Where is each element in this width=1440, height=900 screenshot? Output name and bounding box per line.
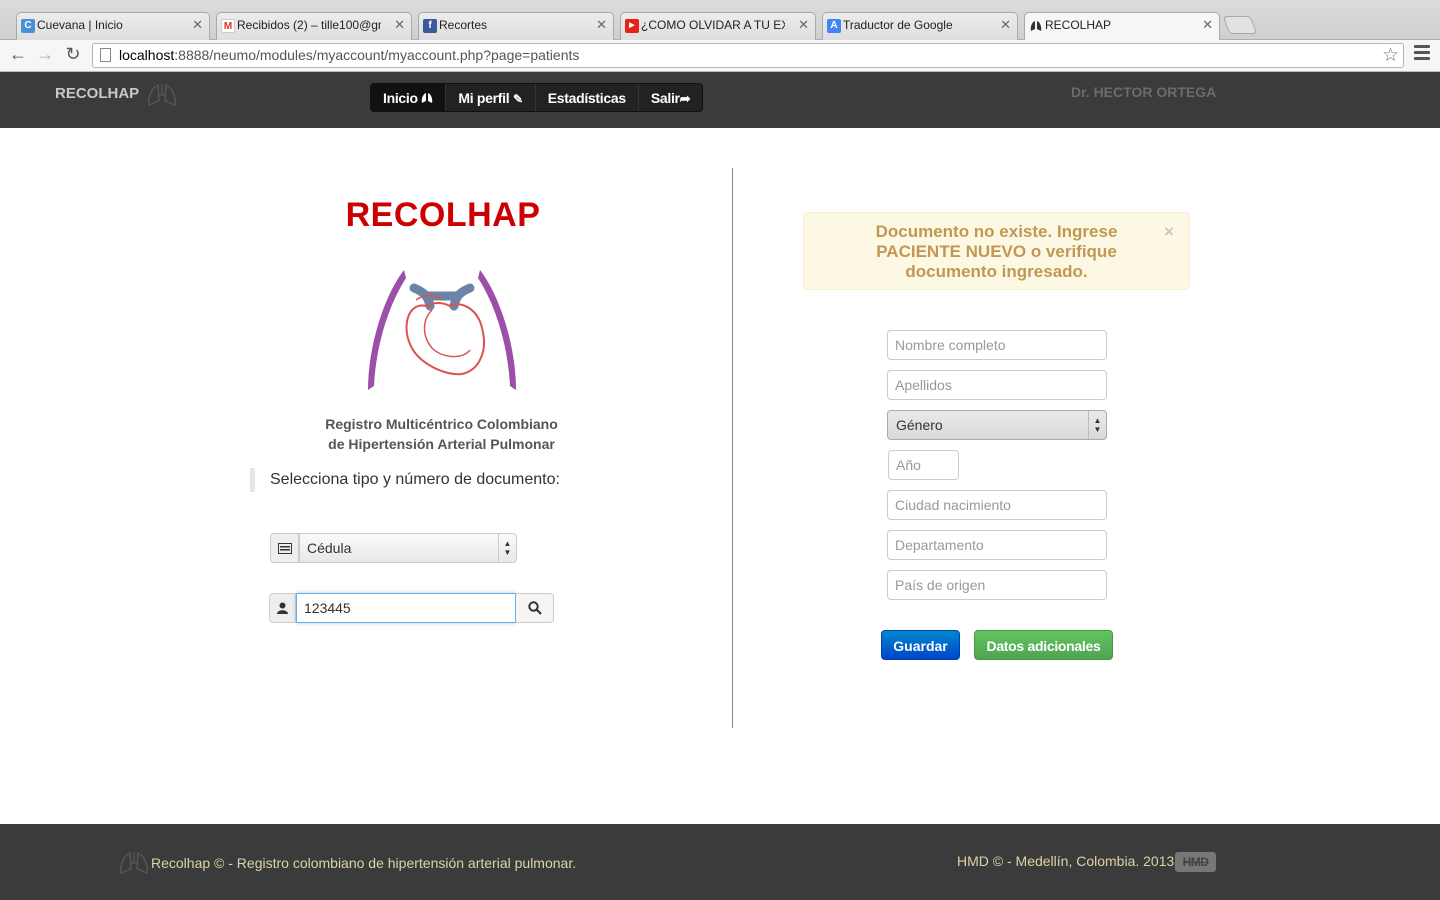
apellidos-input[interactable] (887, 370, 1107, 400)
logo-title: RECOLHAP (345, 196, 541, 234)
bookmark-star-icon[interactable]: ☆ (1382, 44, 1399, 67)
doc-number-input[interactable] (296, 593, 516, 623)
nombre-input[interactable] (887, 330, 1107, 360)
subtitle-line-1: Registro Multicéntrico Colombiano (325, 416, 558, 432)
logo-subtitle: Registro Multicéntrico Colombiano de Hip… (300, 414, 583, 454)
address-bar[interactable]: localhost:8888/neumo/modules/myaccount/m… (92, 43, 1404, 68)
subtitle-line-2: de Hipertensión Arterial Pulmonar (328, 436, 555, 452)
facebook-favicon-icon: f (423, 19, 437, 33)
nav-label: Mi perfil (458, 90, 510, 106)
site-footer: Recolhap © - Registro colombiano de hipe… (0, 824, 1440, 900)
cuevana-favicon-icon: C (21, 19, 35, 33)
browser-toolbar: ← → ↻ localhost:8888/neumo/modules/myacc… (0, 40, 1440, 72)
browser-tab-facebook[interactable]: f Recortes ✕ (418, 12, 614, 40)
save-button[interactable]: Guardar (881, 630, 960, 660)
tab-close-icon[interactable]: ✕ (394, 17, 405, 33)
alert-message: Documento no existe. Ingrese PACIENTE NU… (875, 222, 1118, 281)
id-card-icon (277, 542, 292, 554)
hmd-logo: HMD (1175, 852, 1216, 872)
departamento-input[interactable] (887, 530, 1107, 560)
tab-label: Traductor de Google (843, 18, 953, 32)
doc-number-addon (269, 593, 296, 623)
main-nav: Inicio Mi perfil ✎ Estadísticas Salir➦ (370, 83, 704, 112)
brand-name[interactable]: RECOLHAP (55, 85, 139, 102)
browser-tab-recolhap[interactable]: RECOLHAP ✕ (1024, 12, 1220, 41)
genero-select[interactable]: Género ▲ ▼ (887, 410, 1107, 440)
youtube-favicon-icon: ▶ (625, 19, 639, 33)
back-arrow-icon[interactable]: ← (7, 44, 29, 65)
tab-label: RECOLHAP (1045, 18, 1112, 32)
reload-icon[interactable]: ↻ (62, 44, 84, 65)
nav-salir[interactable]: Salir➦ (639, 84, 702, 111)
doc-type-select[interactable]: Cédula ▲ ▼ (299, 533, 517, 563)
tab-label: ¿COMO OLVIDAR A TU EX? (y (641, 18, 785, 32)
nav-mi-perfil[interactable]: Mi perfil ✎ (446, 84, 536, 111)
lungs-logo-icon (120, 851, 148, 875)
url-host: localhost (119, 47, 175, 63)
share-icon: ➦ (679, 91, 691, 106)
browser-tab-cuevana[interactable]: C Cuevana | Inicio ✕ (16, 12, 210, 40)
pais-input[interactable] (887, 570, 1107, 600)
select-arrows-icon: ▲ ▼ (498, 534, 516, 562)
warning-alert: Documento no existe. Ingrese PACIENTE NU… (803, 212, 1190, 290)
anio-input[interactable] (888, 450, 959, 480)
select-arrows-icon: ▲ ▼ (1088, 411, 1106, 439)
site-header: RECOLHAP Inicio Mi perfil ✎ Estadísticas… (0, 72, 1440, 128)
ciudad-input[interactable] (887, 490, 1107, 520)
browser-tab-translate[interactable]: A Traductor de Google ✕ (822, 12, 1018, 40)
nav-estadisticas[interactable]: Estadísticas (536, 84, 639, 111)
column-divider (732, 168, 733, 728)
user-icon (277, 602, 288, 614)
tab-close-icon[interactable]: ✕ (1202, 17, 1213, 33)
doc-type-value: Cédula (307, 540, 352, 556)
search-icon (527, 601, 542, 615)
tab-close-icon[interactable]: ✕ (596, 17, 607, 33)
browser-menu-icon[interactable] (1414, 45, 1430, 63)
additional-data-button[interactable]: Datos adicionales (974, 630, 1113, 660)
new-tab-button[interactable] (1222, 16, 1258, 34)
doc-type-addon (270, 533, 299, 563)
edit-icon: ✎ (512, 92, 523, 106)
tab-close-icon[interactable]: ✕ (798, 17, 809, 33)
page-icon (100, 48, 111, 62)
nav-inicio[interactable]: Inicio (371, 84, 447, 111)
tab-close-icon[interactable]: ✕ (192, 17, 203, 33)
search-button[interactable] (516, 593, 554, 623)
lungs-favicon-icon (1029, 19, 1043, 33)
alert-close-icon[interactable]: × (1164, 222, 1174, 242)
translate-favicon-icon: A (827, 19, 841, 33)
footer-copyright: Recolhap © - Registro colombiano de hipe… (151, 855, 577, 871)
footer-hmd-credit: HMD © - Medellín, Colombia. 2013 (957, 853, 1175, 869)
browser-tab-bar: C Cuevana | Inicio ✕ M Recibidos (2) – t… (0, 0, 1440, 41)
tab-label: Cuevana | Inicio (37, 18, 123, 32)
tab-close-icon[interactable]: ✕ (1000, 17, 1011, 33)
browser-tab-youtube[interactable]: ▶ ¿COMO OLVIDAR A TU EX? (y ✕ (620, 12, 816, 40)
tab-label: Recibidos (2) – tille100@gm (237, 18, 381, 32)
nav-label: Inicio (383, 90, 418, 106)
lungs-logo-icon (148, 83, 176, 107)
nav-label: Salir (650, 90, 680, 106)
forward-arrow-icon[interactable]: → (34, 44, 56, 65)
lungs-icon (422, 93, 433, 103)
url-path: :8888/neumo/modules/myaccount/myaccount.… (174, 47, 580, 63)
document-instruction: Selecciona tipo y número de documento: (250, 468, 560, 492)
heart-lungs-logo-icon (368, 270, 516, 390)
nav-label: Estadísticas (547, 90, 626, 106)
genero-value: Género (896, 417, 943, 433)
user-name[interactable]: Dr. HECTOR ORTEGA (1071, 84, 1216, 100)
gmail-favicon-icon: M (221, 19, 235, 33)
doc-number-group (269, 593, 554, 623)
browser-tab-gmail[interactable]: M Recibidos (2) – tille100@gm ✕ (216, 12, 412, 40)
doc-type-group: Cédula ▲ ▼ (270, 533, 517, 563)
tab-label: Recortes (439, 18, 488, 32)
